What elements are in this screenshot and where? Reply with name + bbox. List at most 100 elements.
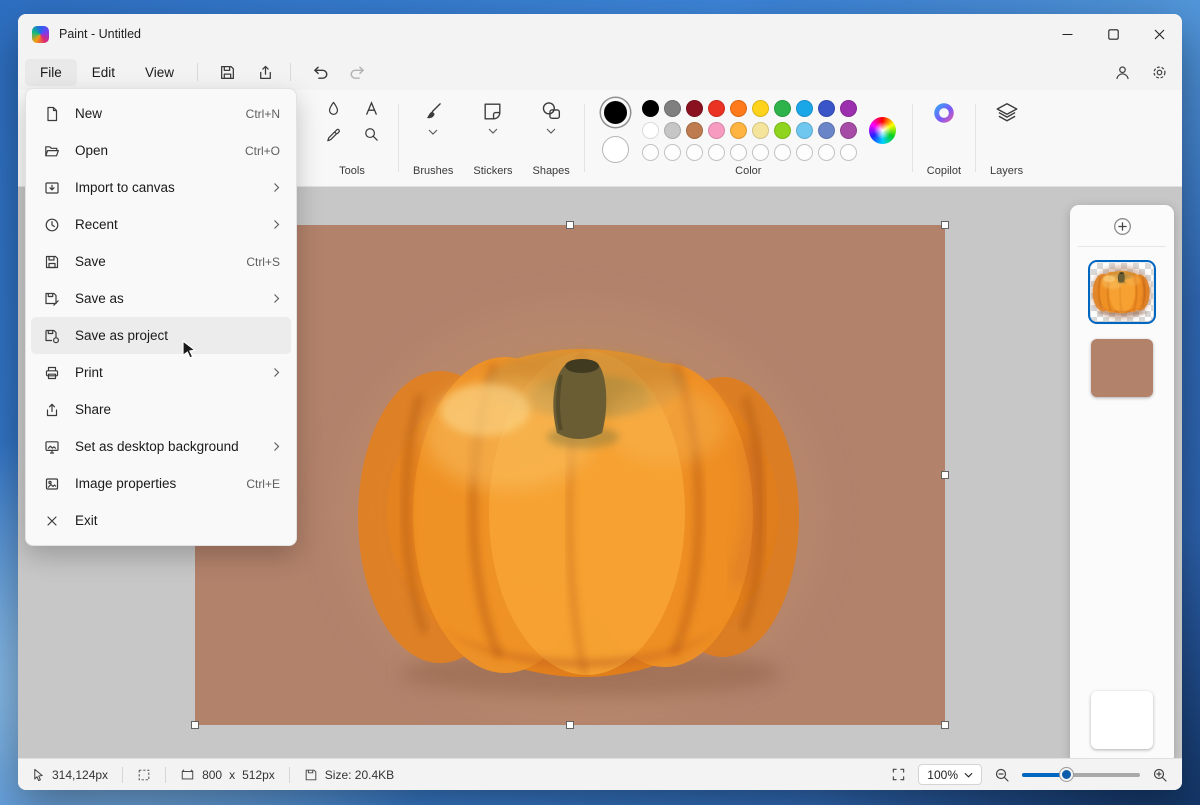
undo-button[interactable] (303, 58, 337, 86)
shapes-section[interactable]: Shapes (522, 90, 579, 186)
canvas-background-thumbnail[interactable] (1091, 691, 1153, 749)
close-button[interactable] (1136, 14, 1182, 54)
redo-button[interactable] (341, 58, 375, 86)
color-swatch[interactable] (796, 122, 813, 139)
file-menu-button[interactable]: File (25, 59, 77, 86)
desktop-background-icon (43, 439, 61, 455)
view-menu-button[interactable]: View (130, 59, 189, 86)
color-swatch[interactable] (664, 122, 681, 139)
layer-thumbnail-background[interactable] (1091, 339, 1153, 397)
copilot-icon (931, 100, 957, 126)
share-button[interactable] (248, 58, 282, 86)
layers-section[interactable]: Layers (980, 90, 1033, 186)
color-swatch[interactable] (642, 122, 659, 139)
custom-color-slot[interactable] (664, 144, 681, 161)
zoom-slider-thumb[interactable] (1060, 768, 1073, 781)
menu-item-share[interactable]: Share (31, 391, 291, 428)
edit-menu-button[interactable]: Edit (77, 59, 130, 86)
custom-color-slot[interactable] (686, 144, 703, 161)
chevron-down-icon (428, 129, 438, 135)
resize-handle-sw[interactable] (191, 721, 199, 729)
brushes-section[interactable]: Brushes (403, 90, 463, 186)
custom-color-slot[interactable] (708, 144, 725, 161)
status-bar: 314,124px 800 x 512px Size: 20.4KB (18, 758, 1182, 790)
zoom-to-fit-icon[interactable] (891, 767, 906, 782)
color-swatch[interactable] (840, 122, 857, 139)
save-button[interactable] (210, 58, 244, 86)
menu-item-set-as-desktop-background[interactable]: Set as desktop background (31, 428, 291, 465)
resize-handle-n[interactable] (566, 221, 574, 229)
stickers-section[interactable]: Stickers (463, 90, 522, 186)
color-swatch[interactable] (774, 100, 791, 117)
color-swatch[interactable] (774, 122, 791, 139)
color-swatch[interactable] (664, 100, 681, 117)
menu-item-new[interactable]: New Ctrl+N (31, 95, 291, 132)
menu-item-shortcut: Ctrl+O (245, 144, 280, 158)
menu-item-open[interactable]: Open Ctrl+O (31, 132, 291, 169)
account-icon[interactable] (1114, 64, 1131, 81)
color-swatch[interactable] (686, 100, 703, 117)
settings-gear-icon[interactable] (1151, 64, 1168, 81)
zoom-level-dropdown[interactable]: 100% (918, 764, 982, 785)
selection-icon (137, 768, 151, 782)
magnifier-tool-icon[interactable] (358, 126, 384, 143)
custom-color-slot[interactable] (730, 144, 747, 161)
custom-color-slot[interactable] (752, 144, 769, 161)
add-layer-button[interactable] (1113, 217, 1132, 236)
resize-handle-s[interactable] (566, 721, 574, 729)
color-swatch[interactable] (708, 100, 725, 117)
secondary-color-swatch[interactable] (602, 136, 629, 163)
drawing-canvas[interactable] (195, 225, 945, 725)
color-section: Color (589, 90, 908, 186)
color-swatch[interactable] (752, 122, 769, 139)
fill-tool-icon[interactable] (320, 100, 346, 117)
maximize-button[interactable] (1090, 14, 1136, 54)
chevron-down-icon (488, 128, 498, 134)
color-swatch[interactable] (818, 100, 835, 117)
custom-color-slot[interactable] (840, 144, 857, 161)
resize-handle-se[interactable] (941, 721, 949, 729)
menu-item-save[interactable]: Save Ctrl+S (31, 243, 291, 280)
menu-item-print[interactable]: Print (31, 354, 291, 391)
custom-color-slot[interactable] (642, 144, 659, 161)
menu-item-image-properties[interactable]: Image properties Ctrl+E (31, 465, 291, 502)
color-swatch[interactable] (752, 100, 769, 117)
menu-item-import-to-canvas[interactable]: Import to canvas (31, 169, 291, 206)
color-swatch[interactable] (796, 100, 813, 117)
canvas-size-indicator: 800 x 512px (180, 768, 275, 782)
color-swatch[interactable] (730, 100, 747, 117)
layer-thumbnail-pumpkin[interactable] (1091, 263, 1153, 321)
copilot-section[interactable]: Copilot (917, 90, 971, 186)
menu-item-save-as[interactable]: Save as (31, 280, 291, 317)
resize-handle-ne[interactable] (941, 221, 949, 229)
custom-color-slot[interactable] (796, 144, 813, 161)
minimize-button[interactable] (1044, 14, 1090, 54)
mouse-pointer (182, 340, 199, 359)
import-icon (43, 180, 61, 196)
custom-color-slot[interactable] (774, 144, 791, 161)
color-swatch[interactable] (686, 122, 703, 139)
color-swatch[interactable] (642, 100, 659, 117)
color-picker-wheel-icon[interactable] (869, 117, 896, 144)
resize-handle-e[interactable] (941, 471, 949, 479)
color-swatch[interactable] (818, 122, 835, 139)
zoom-in-icon[interactable] (1152, 767, 1168, 783)
color-swatch[interactable] (730, 122, 747, 139)
divider (1078, 246, 1165, 247)
menu-item-save-as-project[interactable]: Save as project (31, 317, 291, 354)
custom-color-slot[interactable] (818, 144, 835, 161)
canvas-height-value: 512px (242, 768, 275, 782)
zoom-out-icon[interactable] (994, 767, 1010, 783)
cursor-icon (32, 768, 45, 782)
primary-color-swatch[interactable] (601, 98, 630, 127)
menu-item-exit[interactable]: Exit (31, 502, 291, 539)
color-swatch[interactable] (840, 100, 857, 117)
eyedropper-tool-icon[interactable] (320, 126, 346, 143)
new-file-icon (43, 106, 61, 122)
layers-panel (1070, 205, 1174, 765)
text-tool-icon[interactable] (358, 100, 384, 117)
color-swatch[interactable] (708, 122, 725, 139)
zoom-slider[interactable] (1022, 768, 1140, 782)
menu-item-recent[interactable]: Recent (31, 206, 291, 243)
menu-item-label: Save as (75, 291, 273, 306)
